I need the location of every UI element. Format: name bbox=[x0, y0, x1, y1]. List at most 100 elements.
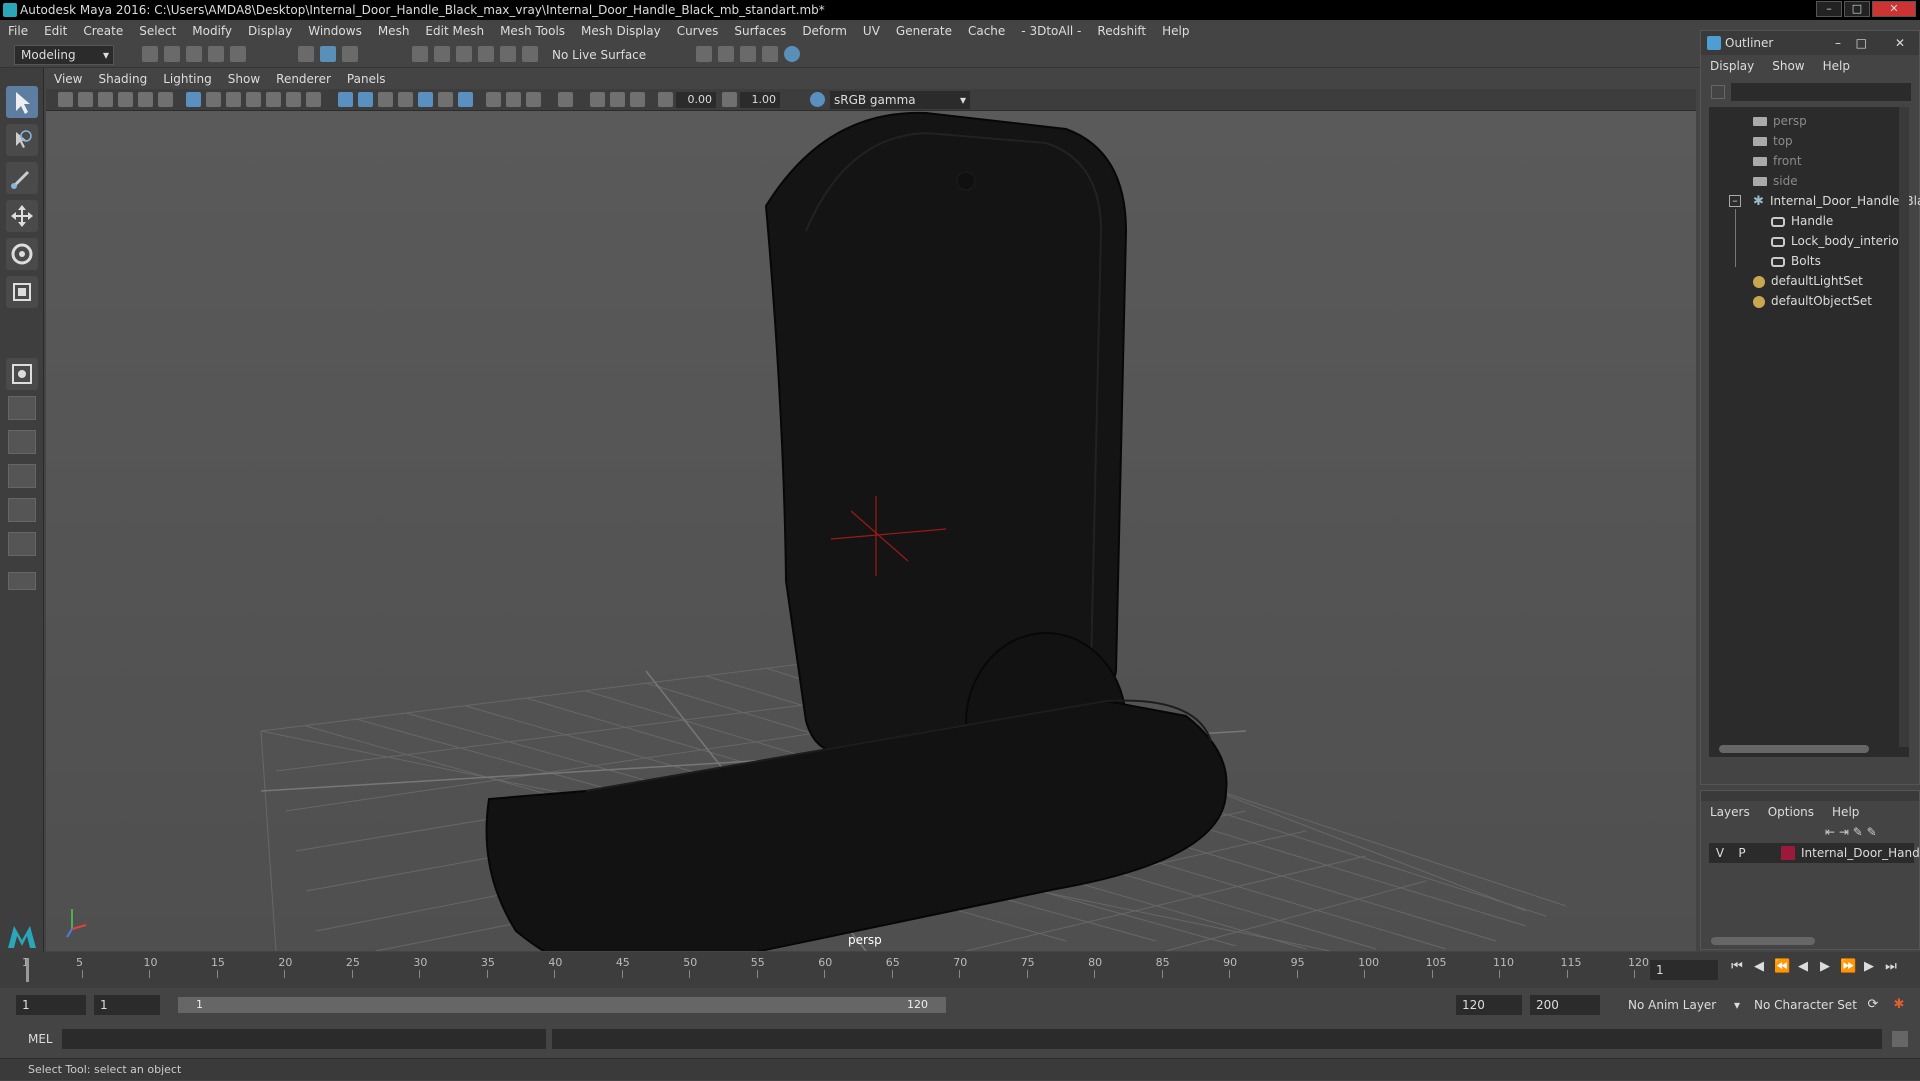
render-settings-icon[interactable] bbox=[762, 46, 778, 62]
grid-toggle-icon[interactable] bbox=[186, 92, 201, 107]
layer-row[interactable]: V P Internal_Door_Handle_ bbox=[1709, 843, 1920, 863]
play-backwards-icon[interactable]: ◀ bbox=[1796, 960, 1810, 974]
menu-windows[interactable]: Windows bbox=[300, 20, 370, 42]
minimize-icon[interactable]: – bbox=[1835, 31, 1841, 55]
save-scene-icon[interactable] bbox=[186, 46, 202, 62]
select-hierarchy-icon[interactable] bbox=[298, 46, 314, 62]
animation-end-field[interactable]: 200 bbox=[1530, 995, 1600, 1015]
animation-start-field[interactable]: 1 bbox=[16, 995, 86, 1015]
camera-attributes-icon[interactable] bbox=[78, 92, 93, 107]
textured-icon[interactable] bbox=[398, 92, 413, 107]
safe-action-icon[interactable] bbox=[286, 92, 301, 107]
panel-menu-show[interactable]: Show bbox=[220, 70, 268, 89]
close-button[interactable]: ✕ bbox=[1872, 1, 1916, 17]
isolate-select-icon[interactable] bbox=[558, 92, 573, 107]
outliner-vertical-scrollbar[interactable] bbox=[1899, 107, 1909, 747]
panel-menu-lighting[interactable]: Lighting bbox=[155, 70, 220, 89]
current-time-marker[interactable] bbox=[26, 958, 29, 982]
step-forward-frame-icon[interactable]: ▶ bbox=[1862, 960, 1876, 974]
menu-help[interactable]: Help bbox=[1154, 20, 1197, 42]
layer-color-swatch[interactable] bbox=[1781, 846, 1795, 860]
menu-mesh-display[interactable]: Mesh Display bbox=[573, 20, 669, 42]
perspective-viewport[interactable]: persp bbox=[46, 111, 1696, 951]
menu-cache[interactable]: Cache bbox=[960, 20, 1013, 42]
snap-grid-icon[interactable] bbox=[412, 46, 428, 62]
script-editor-icon[interactable] bbox=[1892, 1031, 1908, 1047]
menu-curves[interactable]: Curves bbox=[669, 20, 727, 42]
playback-end-field[interactable]: 120 bbox=[1456, 995, 1522, 1015]
two-d-pan-zoom-icon[interactable] bbox=[138, 92, 153, 107]
menu-surfaces[interactable]: Surfaces bbox=[726, 20, 794, 42]
layout-four-view-icon[interactable] bbox=[8, 396, 36, 420]
layer-playback-toggle[interactable]: P bbox=[1733, 843, 1751, 863]
layout-graph-persp-icon[interactable] bbox=[8, 498, 36, 522]
scale-tool-icon[interactable] bbox=[6, 276, 38, 308]
go-to-start-icon[interactable]: ⏮ bbox=[1730, 960, 1744, 974]
history-icon[interactable] bbox=[522, 46, 538, 62]
go-to-end-icon[interactable]: ⏭ bbox=[1884, 960, 1898, 974]
snap-live-icon[interactable] bbox=[500, 46, 516, 62]
resolution-gate-icon[interactable] bbox=[226, 92, 241, 107]
menu-mesh[interactable]: Mesh bbox=[370, 20, 418, 42]
auto-key-icon[interactable]: ⟳ bbox=[1866, 998, 1880, 1012]
outliner-item-default-object-set[interactable]: defaultObjectSet bbox=[1753, 291, 1872, 311]
render-icon[interactable] bbox=[718, 46, 734, 62]
new-scene-icon[interactable] bbox=[142, 46, 158, 62]
select-component-icon[interactable] bbox=[342, 46, 358, 62]
grease-pencil-icon[interactable] bbox=[158, 92, 173, 107]
command-input[interactable] bbox=[62, 1029, 546, 1049]
move-tool-icon[interactable] bbox=[6, 200, 38, 232]
outliner-menu-display[interactable]: Display bbox=[1701, 55, 1763, 77]
outliner-menu-show[interactable]: Show bbox=[1763, 55, 1813, 77]
close-icon[interactable]: ✕ bbox=[1895, 31, 1905, 55]
outliner-item-persp[interactable]: persp bbox=[1753, 111, 1807, 131]
layer-menu-help[interactable]: Help bbox=[1823, 801, 1868, 823]
menu-select[interactable]: Select bbox=[131, 20, 184, 42]
snap-curve-icon[interactable] bbox=[434, 46, 450, 62]
layer-horizontal-scrollbar[interactable] bbox=[1711, 937, 1815, 945]
collapse-toggle-icon[interactable]: – bbox=[1729, 195, 1741, 207]
smooth-shade-icon[interactable] bbox=[358, 92, 373, 107]
outliner-item-side[interactable]: side bbox=[1753, 171, 1798, 191]
xray-icon[interactable] bbox=[590, 92, 605, 107]
screen-space-ao-icon[interactable] bbox=[458, 92, 473, 107]
redo-icon[interactable] bbox=[230, 46, 246, 62]
select-object-icon[interactable] bbox=[320, 46, 336, 62]
xray-active-components-icon[interactable] bbox=[610, 92, 625, 107]
layout-hypershade-persp-icon[interactable] bbox=[8, 532, 36, 556]
outliner-item-top[interactable]: top bbox=[1753, 131, 1793, 151]
ipr-render-icon[interactable] bbox=[740, 46, 756, 62]
gate-mask-icon[interactable] bbox=[246, 92, 261, 107]
menu-uv[interactable]: UV bbox=[855, 20, 888, 42]
outliner-item-bolts[interactable]: Bolts bbox=[1771, 251, 1821, 271]
layout-two-view-icon[interactable] bbox=[8, 430, 36, 454]
anim-layer-dropdown[interactable]: No Anim Layer ▾ bbox=[1622, 995, 1742, 1015]
live-surface-field[interactable]: No Live Surface bbox=[552, 46, 652, 64]
anti-aliasing-icon[interactable] bbox=[506, 92, 521, 107]
film-gate-icon[interactable] bbox=[206, 92, 221, 107]
wireframe-icon[interactable] bbox=[338, 92, 353, 107]
motion-blur-icon[interactable] bbox=[486, 92, 501, 107]
character-set-dropdown[interactable]: No Character Set bbox=[1748, 995, 1866, 1015]
use-all-lights-icon[interactable] bbox=[418, 92, 433, 107]
exposure-field[interactable]: 0.00 bbox=[676, 92, 716, 108]
outliner-horizontal-scrollbar[interactable] bbox=[1719, 745, 1869, 753]
time-slider[interactable]: 1510152025303540455055606570758085909510… bbox=[0, 952, 1920, 988]
outliner-item-front[interactable]: front bbox=[1753, 151, 1802, 171]
lasso-tool-icon[interactable] bbox=[6, 124, 38, 156]
outliner-item-handle[interactable]: Handle bbox=[1771, 211, 1833, 231]
image-plane-icon[interactable] bbox=[118, 92, 133, 107]
step-back-frame-icon[interactable]: ◀ bbox=[1752, 960, 1766, 974]
outliner-item-group[interactable]: ✱ Internal_Door_Handle_Bla bbox=[1753, 191, 1920, 211]
hypershade-icon[interactable] bbox=[784, 46, 800, 62]
snap-view-plane-icon[interactable] bbox=[478, 46, 494, 62]
safe-title-icon[interactable] bbox=[306, 92, 321, 107]
current-frame-field[interactable]: 1 bbox=[1650, 960, 1718, 980]
menu-edit-mesh[interactable]: Edit Mesh bbox=[417, 20, 492, 42]
paint-select-tool-icon[interactable] bbox=[6, 162, 38, 194]
step-forward-key-icon[interactable]: ⏩ bbox=[1840, 960, 1856, 974]
layer-menu-layers[interactable]: Layers bbox=[1701, 801, 1759, 823]
layer-tool-icons[interactable]: ⇤ ⇥ ✎ ✎ bbox=[1825, 825, 1913, 839]
minimize-button[interactable]: – bbox=[1816, 1, 1842, 17]
shadows-icon[interactable] bbox=[438, 92, 453, 107]
